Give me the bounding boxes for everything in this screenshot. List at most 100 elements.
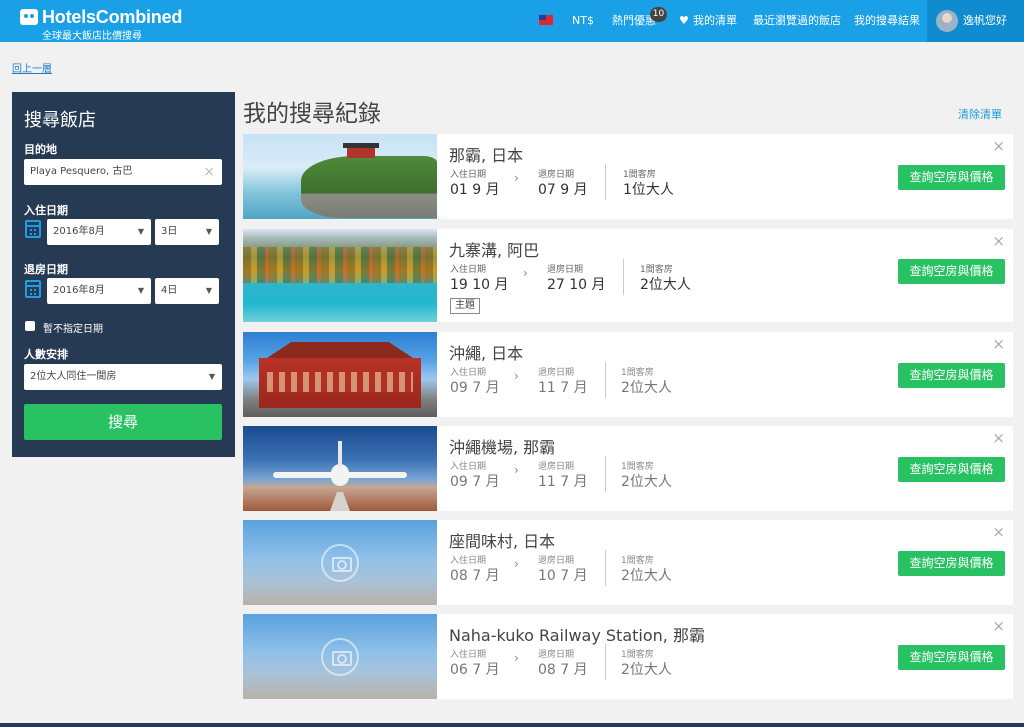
logo-tagline: 全球最大飯店比價搜尋	[42, 31, 142, 42]
guests-value: 2位大人同住一間房	[30, 371, 117, 382]
search-panel-title: 搜尋飯店	[24, 110, 96, 131]
destination-photo-placeholder[interactable]	[243, 520, 437, 605]
destination-photo[interactable]	[243, 134, 437, 219]
check-availability-button[interactable]: 查詢空房與價格	[898, 165, 1005, 190]
divider	[605, 456, 606, 492]
checkout-date: 07 9 月	[538, 182, 588, 198]
guests-label: 人數安排	[24, 348, 68, 361]
checkout-day-select[interactable]: 4日 ▼	[155, 278, 219, 304]
flexible-dates-checkbox[interactable]	[25, 321, 35, 331]
search-history-item[interactable]: Naha-kuko Railway Station, 那霸 入住日期 06 7 …	[243, 614, 1013, 699]
chevron-down-icon: ▼	[137, 286, 144, 295]
checkout-date: 10 7 月	[538, 568, 588, 584]
search-button[interactable]: 搜尋	[24, 404, 222, 440]
close-icon[interactable]: ×	[992, 137, 1005, 155]
user-greeting: 逸帆您好	[963, 14, 1007, 27]
close-icon[interactable]: ×	[992, 232, 1005, 250]
destination-name[interactable]: Naha-kuko Railway Station, 那霸	[449, 622, 705, 646]
chevron-right-icon: ›	[514, 463, 519, 477]
checkin-calendar-icon[interactable]	[25, 220, 41, 238]
close-icon[interactable]: ×	[992, 335, 1005, 353]
destination-name[interactable]: 沖繩機場, 那霸	[449, 434, 555, 458]
destination-label: 目的地	[24, 143, 57, 156]
chevron-down-icon: ▼	[205, 227, 212, 236]
checkin-date: 09 7 月	[450, 474, 500, 490]
destination-name[interactable]: 九寨溝, 阿巴	[449, 237, 539, 261]
guest-count: 2位大人	[640, 277, 691, 293]
checkin-date: 08 7 月	[450, 568, 500, 584]
close-icon[interactable]: ×	[992, 429, 1005, 447]
search-history-item[interactable]: 九寨溝, 阿巴 入住日期 19 10 月 › 退房日期 27 10 月 1間客房…	[243, 229, 1013, 322]
guest-count: 2位大人	[621, 380, 672, 396]
currency-selector[interactable]: NT$	[572, 0, 594, 42]
chevron-right-icon: ›	[523, 266, 528, 280]
chevron-down-icon: ▼	[208, 372, 215, 381]
avatar	[936, 10, 958, 32]
destination-photo[interactable]	[243, 426, 437, 511]
chevron-right-icon: ›	[514, 557, 519, 571]
search-history-item[interactable]: 那霸, 日本 入住日期 01 9 月 › 退房日期 07 9 月 1間客房 1位…	[243, 134, 1013, 219]
destination-name[interactable]: 那霸, 日本	[449, 142, 523, 166]
check-availability-button[interactable]: 查詢空房與價格	[898, 645, 1005, 670]
user-menu[interactable]: 逸帆您好	[927, 0, 1024, 42]
taiwan-flag-icon[interactable]	[539, 15, 553, 25]
check-availability-button[interactable]: 查詢空房與價格	[898, 363, 1005, 388]
nav-hot-deals[interactable]: 熱門優惠	[612, 0, 656, 42]
back-link[interactable]: 回上一層	[12, 60, 52, 75]
flexible-dates-label[interactable]: 暫不指定日期	[43, 320, 103, 335]
chevron-right-icon: ›	[514, 171, 519, 185]
checkin-date: 06 7 月	[450, 662, 500, 678]
checkin-month-select[interactable]: 2016年8月 ▼	[47, 219, 151, 245]
guest-count: 2位大人	[621, 662, 672, 678]
checkin-date: 19 10 月	[450, 277, 509, 293]
check-availability-button[interactable]: 查詢空房與價格	[898, 551, 1005, 576]
nav-recently-viewed[interactable]: 最近瀏覽過的飯店	[753, 0, 841, 42]
close-icon[interactable]: ×	[992, 617, 1005, 635]
destination-photo[interactable]	[243, 229, 437, 322]
divider	[605, 644, 606, 680]
search-history-item[interactable]: 座間味村, 日本 入住日期 08 7 月 › 退房日期 10 7 月 1間客房 …	[243, 520, 1013, 605]
checkin-date: 01 9 月	[450, 182, 500, 198]
checkout-date: 11 7 月	[538, 474, 588, 490]
checkout-month-select[interactable]: 2016年8月 ▼	[47, 278, 151, 304]
camera-icon	[321, 544, 359, 582]
divider	[623, 259, 624, 295]
divider	[605, 362, 606, 398]
search-history-item[interactable]: 沖繩機場, 那霸 入住日期 09 7 月 › 退房日期 11 7 月 1間客房 …	[243, 426, 1013, 511]
nav-wishlist[interactable]: 我的清單	[693, 0, 737, 42]
destination-input[interactable]: Playa Pesquero, 古巴 ×	[24, 159, 222, 185]
search-history-item[interactable]: 沖繩, 日本 入住日期 09 7 月 › 退房日期 11 7 月 1間客房 2位…	[243, 332, 1013, 417]
chevron-right-icon: ›	[514, 369, 519, 383]
logo-name: HotelsCombined	[42, 7, 183, 27]
check-availability-button[interactable]: 查詢空房與價格	[898, 457, 1005, 482]
hotel-search-panel: 搜尋飯店 目的地 Playa Pesquero, 古巴 × 入住日期 2016年…	[12, 92, 235, 457]
guest-count: 2位大人	[621, 474, 672, 490]
clear-destination-icon[interactable]: ×	[203, 159, 215, 185]
checkin-day-select[interactable]: 3日 ▼	[155, 219, 219, 245]
destination-name[interactable]: 沖繩, 日本	[449, 340, 523, 364]
checkout-date: 27 10 月	[547, 277, 606, 293]
camera-icon	[321, 638, 359, 676]
destination-photo-placeholder[interactable]	[243, 614, 437, 699]
destination-value: Playa Pesquero, 古巴	[30, 166, 133, 177]
footer-bar	[0, 723, 1024, 727]
destination-photo[interactable]	[243, 332, 437, 417]
destination-name[interactable]: 座間味村, 日本	[449, 528, 555, 552]
checkout-date: 11 7 月	[538, 380, 588, 396]
clear-list-link[interactable]: 清除清單	[958, 106, 1002, 122]
checkout-label: 退房日期	[24, 263, 68, 276]
divider	[605, 550, 606, 586]
page-title: 我的搜尋紀錄	[243, 101, 381, 127]
checkout-date: 08 7 月	[538, 662, 588, 678]
theme-tag[interactable]: 主題	[450, 298, 480, 314]
chevron-down-icon: ▼	[137, 227, 144, 236]
chevron-down-icon: ▼	[205, 286, 212, 295]
deals-count-badge: 10	[650, 7, 667, 22]
check-availability-button[interactable]: 查詢空房與價格	[898, 259, 1005, 284]
checkout-month-value: 2016年8月	[53, 285, 105, 296]
close-icon[interactable]: ×	[992, 523, 1005, 541]
chevron-right-icon: ›	[514, 651, 519, 665]
guests-select[interactable]: 2位大人同住一間房 ▼	[24, 364, 222, 390]
nav-search-results[interactable]: 我的搜尋結果	[854, 0, 920, 42]
checkout-calendar-icon[interactable]	[25, 280, 41, 298]
